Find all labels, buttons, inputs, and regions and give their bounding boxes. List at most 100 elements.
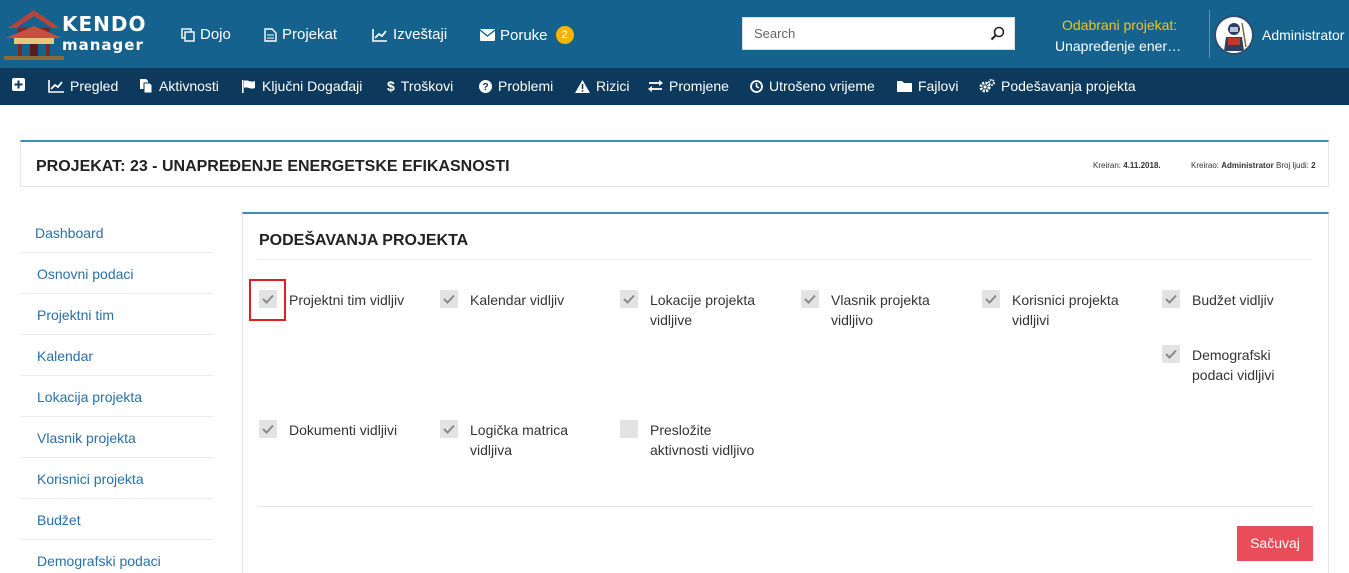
messages-count-badge: 2 — [555, 26, 574, 44]
subnav-problemi-label: Problemi — [498, 78, 554, 94]
question-circle-icon: ? — [479, 79, 492, 93]
option-label: Presložite aktivnosti vidljivo — [650, 422, 755, 458]
subnav-add[interactable] — [12, 78, 25, 91]
subnav-promjene-label: Promjene — [669, 78, 729, 94]
subnav-aktivnosti[interactable]: Aktivnosti — [139, 78, 219, 94]
kendo-manager-logo[interactable]: KENDO manager — [4, 8, 154, 60]
pagoda-icon — [4, 10, 64, 60]
save-button[interactable]: Sačuvaj — [1237, 526, 1313, 561]
subnav-utroseno-vrijeme[interactable]: Utrošeno vrijeme — [750, 78, 875, 94]
checkbox[interactable] — [620, 290, 638, 308]
sidebar-item-osnovni-podaci[interactable]: Osnovni podaci — [20, 253, 213, 294]
sidebar-item-label: Demografski podaci — [37, 553, 161, 569]
files-icon — [140, 79, 153, 93]
project-created: Kreiran: 4.11.2018. — [1093, 161, 1161, 170]
option-label: Logička matrica vidljiva — [470, 422, 569, 458]
subnav-troskovi-label: Troškovi — [400, 78, 454, 94]
subnav-rizici[interactable]: Rizici — [575, 78, 629, 94]
checkmark-icon — [1165, 349, 1177, 359]
sidebar-item-label: Vlasnik projekta — [37, 430, 136, 446]
user-name[interactable]: Administrator — [1262, 27, 1344, 43]
sidebar-item-demografski-podaci[interactable]: Demografski podaci — [20, 540, 213, 573]
project-title: PROJEKAT: 23 - UNAPREĐENJE ENERGETSKE EF… — [36, 158, 510, 175]
divider — [258, 506, 1313, 507]
subnav-utroseno-vrijeme-label: Utrošeno vrijeme — [769, 78, 875, 94]
checkbox[interactable] — [982, 290, 1000, 308]
sidebar-item-projektni-tim[interactable]: Projektni tim — [20, 294, 213, 335]
sidebar-item-korisnici-projekta[interactable]: Korisnici projekta — [20, 458, 213, 499]
subnav-podesavanja-projekta[interactable]: Podešavanja projekta — [979, 78, 1136, 94]
subnav-rizici-label: Rizici — [596, 78, 630, 94]
checkbox[interactable] — [801, 290, 819, 308]
nav-dojo-label: Dojo — [200, 26, 231, 43]
project-creator: Kreirao: Administrator — [1191, 161, 1274, 170]
checkmark-icon — [804, 294, 816, 304]
subnav-fajlovi[interactable]: Fajlovi — [897, 78, 958, 94]
subnav-problemi[interactable]: ? Problemi — [479, 78, 553, 94]
checkbox[interactable] — [259, 420, 277, 438]
checkmark-icon — [985, 294, 997, 304]
option-label: Lokacije projekta vidljive — [650, 292, 756, 328]
header-divider — [1209, 10, 1210, 58]
checkbox[interactable] — [1162, 290, 1180, 308]
settings-title: PODEŠAVANJA PROJEKTA — [259, 232, 469, 249]
checkbox[interactable] — [1162, 345, 1180, 363]
option-label: Korisnici projekta vidljivi — [1012, 292, 1119, 328]
subnav-aktivnosti-label: Aktivnosti — [159, 78, 219, 94]
user-avatar[interactable] — [1214, 15, 1254, 55]
project-subnav: Pregled Aktivnosti Ključni Događaji $ Tr… — [0, 68, 1349, 105]
project-sidebar: Dashboard Osnovni podaci Projektni tim K… — [20, 212, 213, 573]
flag-icon — [242, 79, 255, 93]
option-label: Kalendar vidljiv — [470, 292, 565, 308]
area-chart-icon — [48, 79, 64, 93]
nav-dojo[interactable]: Dojo — [181, 26, 231, 43]
document-icon — [264, 27, 277, 42]
search-icon[interactable] — [990, 26, 1005, 41]
divider — [258, 259, 1313, 260]
subnav-troskovi[interactable]: $ Troškovi — [387, 78, 453, 94]
project-people: Broj ljudi: 2 — [1276, 161, 1316, 170]
nav-izvestaji[interactable]: Izveštaji — [372, 26, 447, 43]
selected-project-label: Odabrani projekat: — [1062, 17, 1178, 33]
sidebar-item-dashboard[interactable]: Dashboard — [20, 212, 213, 253]
sidebar-item-budzet[interactable]: Budžet — [20, 499, 213, 540]
clock-icon — [750, 79, 763, 93]
selection-highlight — [249, 279, 286, 321]
subnav-pregled[interactable]: Pregled — [48, 78, 118, 94]
sidebar-item-label: Osnovni podaci — [37, 266, 134, 282]
folder-icon — [897, 81, 912, 92]
subnav-kljucni-dogadjaji[interactable]: Ključni Događaji — [242, 78, 362, 94]
project-people-value: 2 — [1311, 161, 1316, 170]
logo-title: KENDO — [62, 12, 147, 36]
dollar-icon: $ — [387, 78, 395, 94]
nav-poruke[interactable]: Poruke 2 — [480, 26, 574, 44]
checkmark-icon — [623, 294, 635, 304]
selected-project-name[interactable]: Unapređenje ener… — [1055, 38, 1181, 54]
envelope-icon — [480, 29, 495, 41]
project-created-value: 4.11.2018. — [1123, 161, 1161, 170]
checkbox[interactable] — [440, 290, 458, 308]
option-label: Demografski podaci vidljivi — [1192, 347, 1275, 383]
sidebar-item-vlasnik-projekta[interactable]: Vlasnik projekta — [20, 417, 213, 458]
checkbox[interactable] — [620, 420, 638, 438]
sidebar-item-lokacija-projekta[interactable]: Lokacija projekta — [20, 376, 213, 417]
top-bar: KENDO manager Dojo Projekat Izveštaji Po… — [0, 0, 1349, 68]
search-input[interactable] — [743, 18, 983, 49]
nav-izvestaji-label: Izveštaji — [393, 26, 448, 43]
subnav-kljucni-dogadjaji-label: Ključni Događaji — [262, 78, 363, 94]
kendo-fighter-avatar-icon — [1224, 22, 1247, 51]
checkbox[interactable] — [440, 420, 458, 438]
settings-panel: PODEŠAVANJA PROJEKTA — [242, 212, 1329, 573]
subnav-promjene[interactable]: Promjene — [648, 78, 729, 94]
sidebar-item-label: Lokacija projekta — [37, 389, 143, 405]
search-box[interactable] — [742, 17, 1015, 50]
option-label: Dokumenti vidljivi — [289, 422, 398, 438]
subnav-fajlovi-label: Fajlovi — [918, 78, 959, 94]
project-creator-value: Administrator — [1221, 161, 1274, 170]
sidebar-item-kalendar[interactable]: Kalendar — [20, 335, 213, 376]
checkmark-icon — [443, 424, 455, 434]
option-label: Vlasnik projekta vidljivo — [831, 292, 930, 328]
subnav-pregled-label: Pregled — [70, 78, 119, 94]
sidebar-item-label: Korisnici projekta — [37, 471, 144, 487]
nav-projekat[interactable]: Projekat — [264, 26, 337, 43]
